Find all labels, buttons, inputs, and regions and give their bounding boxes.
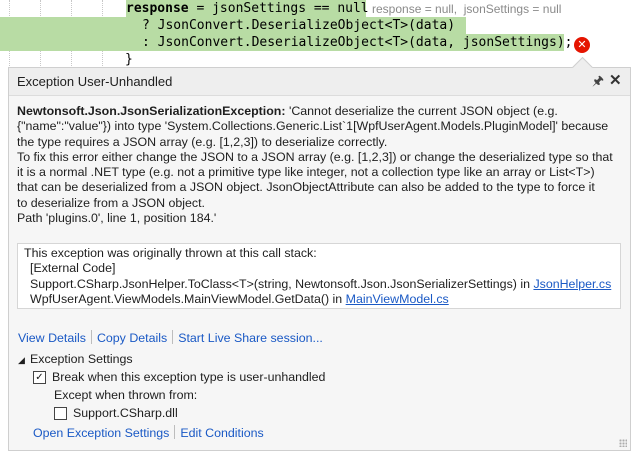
exception-message: Newtonsoft.Json.JsonSerializationExcepti…: [17, 104, 619, 226]
popup-titlebar: Exception User-Unhandled 🖈 ✕: [9, 68, 630, 96]
edit-conditions-link[interactable]: Edit Conditions: [180, 426, 263, 440]
call-stack-frame: WpfUserAgent.ViewModels.MainViewModel.Ge…: [24, 292, 620, 307]
frame-text: WpfUserAgent.ViewModels.MainViewModel.Ge…: [30, 291, 346, 306]
separator: [172, 330, 174, 344]
call-stack-frame: Support.CSharp.JsonHelper.ToClass<T>(str…: [24, 277, 620, 292]
source-file-link[interactable]: MainViewModel.cs: [346, 292, 449, 306]
separator: [174, 425, 176, 439]
message-line: 'Cannot deserialize the current JSON obj…: [285, 104, 558, 118]
bottom-links: Open Exception Settings Edit Conditions: [33, 425, 264, 440]
code-text: = jsonSettings == null: [188, 1, 369, 16]
message-line: To fix this error either change the JSON…: [17, 149, 613, 164]
resize-grip-icon[interactable]: [619, 439, 627, 447]
call-stack-external: [External Code]: [30, 261, 116, 276]
code-line-2: ? JsonConvert.DeserializeObject<T>(data): [0, 17, 466, 34]
exception-settings-header: Exception Settings: [30, 352, 133, 366]
error-x-icon[interactable]: ✕: [574, 37, 590, 53]
collapse-triangle-icon: ◢: [18, 355, 25, 365]
call-stack-box: This exception was originally thrown at …: [17, 243, 621, 309]
message-line: to deserialize from a JSON object.: [17, 195, 206, 210]
break-checkbox-row[interactable]: ✓ Break when this exception type is user…: [33, 370, 325, 384]
code-line-1: response = jsonSettings == null: [126, 0, 369, 17]
frame-text: Support.CSharp.JsonHelper.ToClass<T>(str…: [30, 276, 534, 291]
call-stack-header: This exception was originally thrown at …: [24, 246, 317, 260]
message-line: it is a normal .NET type (e.g. not a pri…: [17, 165, 595, 180]
live-share-link[interactable]: Start Live Share session...: [178, 331, 323, 345]
popup-title: Exception User-Unhandled: [17, 74, 173, 89]
message-line: the type requires a JSON array (e.g. [1,…: [17, 134, 388, 149]
message-line: {"name":"value"}) into type 'System.Coll…: [17, 119, 609, 134]
open-exception-settings-link[interactable]: Open Exception Settings: [33, 426, 169, 440]
source-file-link[interactable]: JsonHelper.cs: [533, 277, 611, 291]
message-line: that can be deserialized from a JSON obj…: [17, 180, 595, 195]
exception-settings-toggle[interactable]: ◢ Exception Settings: [18, 352, 133, 366]
exception-popup: Exception User-Unhandled 🖈 ✕ Newtonsoft.…: [8, 56, 631, 451]
code-line-4: }: [125, 52, 133, 67]
break-checkbox[interactable]: ✓: [33, 370, 46, 384]
close-icon[interactable]: ✕: [609, 71, 622, 89]
message-line: Path 'plugins.0', line 1, position 184.': [17, 211, 217, 226]
dll-checkbox-row[interactable]: Support.CSharp.dll: [54, 406, 178, 420]
dll-checkbox[interactable]: [54, 406, 67, 420]
view-details-link[interactable]: View Details: [18, 331, 86, 345]
exception-name: Newtonsoft.Json.JsonSerializationExcepti…: [17, 104, 286, 118]
code-keyword: response: [126, 1, 189, 16]
code-line-3: : JsonConvert.DeserializeObject<T>(data,…: [0, 34, 572, 51]
pin-icon[interactable]: 🖈: [592, 72, 604, 94]
except-when-label: Except when thrown from:: [54, 388, 198, 402]
separator: [90, 330, 92, 344]
copy-details-link[interactable]: Copy Details: [97, 331, 167, 345]
action-links: View Details Copy Details Start Live Share…: [18, 330, 323, 345]
dll-checkbox-label: Support.CSharp.dll: [73, 406, 178, 420]
code-editor[interactable]: response = jsonSettings == null response…: [0, 0, 640, 67]
data-tip[interactable]: response = null, jsonSettings = null: [372, 2, 561, 16]
break-checkbox-label: Break when this exception type is user-u…: [52, 370, 326, 384]
